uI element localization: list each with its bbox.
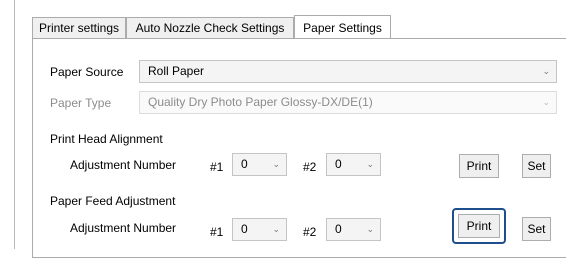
paper-source-label: Paper Source: [50, 65, 124, 79]
chevron-down-icon: ⌄: [272, 159, 280, 169]
adjustment-number-label: Adjustment Number: [70, 221, 177, 235]
number-1-label: #1: [210, 160, 224, 174]
alignment-print-button[interactable]: Print: [459, 154, 499, 178]
paper-settings-panel: Paper Source Roll Paper ⌄ Paper Type Qua…: [32, 38, 566, 258]
feed-number-1-select[interactable]: 0 ⌄: [232, 218, 287, 241]
tab-printer-settings[interactable]: Printer settings: [32, 17, 126, 38]
print-head-alignment-title: Print Head Alignment: [50, 132, 163, 146]
feed-set-button[interactable]: Set: [522, 217, 551, 241]
paper-source-value: Roll Paper: [148, 64, 205, 78]
chevron-down-icon: ⌄: [366, 159, 374, 169]
number-2-label: #2: [303, 160, 317, 174]
number-1-label: #1: [210, 225, 224, 239]
tab-auto-nozzle-check-settings[interactable]: Auto Nozzle Check Settings: [126, 17, 294, 38]
window-edge: [14, 0, 15, 249]
tab-paper-settings[interactable]: Paper Settings: [294, 15, 391, 38]
paper-type-value: Quality Dry Photo Paper Glossy-DX/DE(1): [148, 95, 373, 109]
chevron-down-icon: ⌄: [366, 224, 374, 234]
paper-type-select[interactable]: Quality Dry Photo Paper Glossy-DX/DE(1) …: [139, 91, 557, 114]
chevron-down-icon: ⌄: [542, 97, 550, 107]
paper-feed-adjustment-title: Paper Feed Adjustment: [50, 194, 176, 208]
feed-print-button[interactable]: Print: [458, 214, 500, 238]
alignment-number-1-value: 0: [241, 157, 248, 171]
alignment-set-button[interactable]: Set: [522, 154, 551, 178]
alignment-number-2-value: 0: [335, 157, 342, 171]
paper-type-label: Paper Type: [50, 96, 112, 110]
paper-source-select[interactable]: Roll Paper ⌄: [139, 60, 557, 83]
number-2-label: #2: [303, 225, 317, 239]
feed-number-2-select[interactable]: 0 ⌄: [326, 218, 381, 241]
feed-number-2-value: 0: [335, 222, 342, 236]
feed-number-1-value: 0: [241, 222, 248, 236]
alignment-number-2-select[interactable]: 0 ⌄: [326, 153, 381, 176]
chevron-down-icon: ⌄: [542, 66, 550, 76]
chevron-down-icon: ⌄: [272, 224, 280, 234]
adjustment-number-label: Adjustment Number: [70, 158, 177, 172]
alignment-number-1-select[interactable]: 0 ⌄: [232, 153, 287, 176]
